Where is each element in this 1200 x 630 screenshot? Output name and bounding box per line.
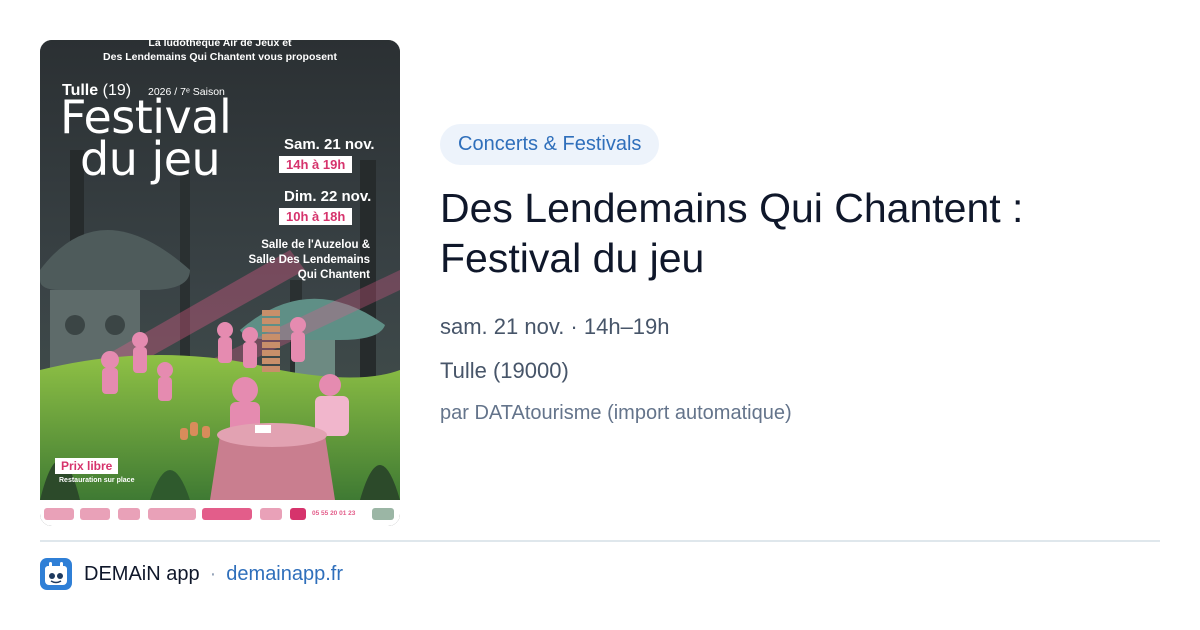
poster-venue: Salle de l'Auzelou & Salle Des Lendemain… bbox=[249, 238, 370, 283]
sponsor-logo bbox=[202, 508, 252, 520]
sponsor-logo bbox=[44, 508, 74, 520]
category-badge[interactable]: Concerts & Festivals bbox=[440, 124, 660, 165]
event-source: par DATAtourisme (import automatique) bbox=[440, 402, 792, 424]
poster-title-line-2: du jeu bbox=[80, 132, 221, 186]
poster-title: Festival du jeu bbox=[60, 94, 232, 186]
facebook-icon bbox=[290, 508, 306, 520]
event-location: Tulle (19000) bbox=[440, 358, 569, 383]
poster-catering: Restauration sur place bbox=[59, 477, 135, 484]
app-domain-link[interactable]: demainapp.fr bbox=[226, 563, 343, 586]
sponsor-logo bbox=[148, 508, 196, 520]
sponsor-logo bbox=[118, 508, 140, 520]
poster-day1-date: Sam. 21 nov. bbox=[284, 136, 375, 153]
poster-phone: 05 55 20 01 23 bbox=[312, 510, 356, 517]
footer-divider bbox=[40, 540, 1160, 542]
demain-app-icon bbox=[40, 558, 72, 590]
sponsor-logo bbox=[372, 508, 394, 520]
poster-price-badge: Prix libre bbox=[55, 458, 119, 474]
poster-day2-hours: 10h à 18h bbox=[279, 208, 353, 225]
poster-venue-line-3: Qui Chantent bbox=[297, 269, 370, 281]
poster-venue-line-1: Salle de l'Auzelou & bbox=[261, 239, 370, 251]
poster-organizer-line-2: Des Lendemains Qui Chantent vous propose… bbox=[103, 51, 337, 63]
app-footer: DEMAiN app · demainapp.fr bbox=[40, 558, 343, 590]
sponsor-logo bbox=[80, 508, 110, 520]
event-datetime: sam. 21 nov. · 14h–19h bbox=[440, 314, 670, 339]
share-card: La ludothèque Air de Jeux et Des Lendema… bbox=[0, 0, 1200, 630]
event-title[interactable]: Des Lendemains Qui Chantent : Festival d… bbox=[440, 183, 1160, 283]
event-title-line-2: Festival du jeu bbox=[440, 235, 705, 281]
app-name: DEMAiN app bbox=[84, 562, 200, 585]
event-poster-image[interactable]: La ludothèque Air de Jeux et Des Lendema… bbox=[40, 40, 400, 526]
poster-day2-date: Dim. 22 nov. bbox=[284, 188, 372, 205]
sponsor-logo bbox=[260, 508, 282, 520]
event-title-line-1: Des Lendemains Qui Chantent : bbox=[440, 185, 1024, 231]
poster-day1-hours: 14h à 19h bbox=[279, 156, 353, 173]
poster-organizer-line-1: La ludothèque Air de Jeux et bbox=[148, 40, 292, 49]
poster-venue-line-2: Salle Des Lendemains bbox=[248, 254, 370, 266]
footer-separator: · bbox=[209, 562, 217, 585]
